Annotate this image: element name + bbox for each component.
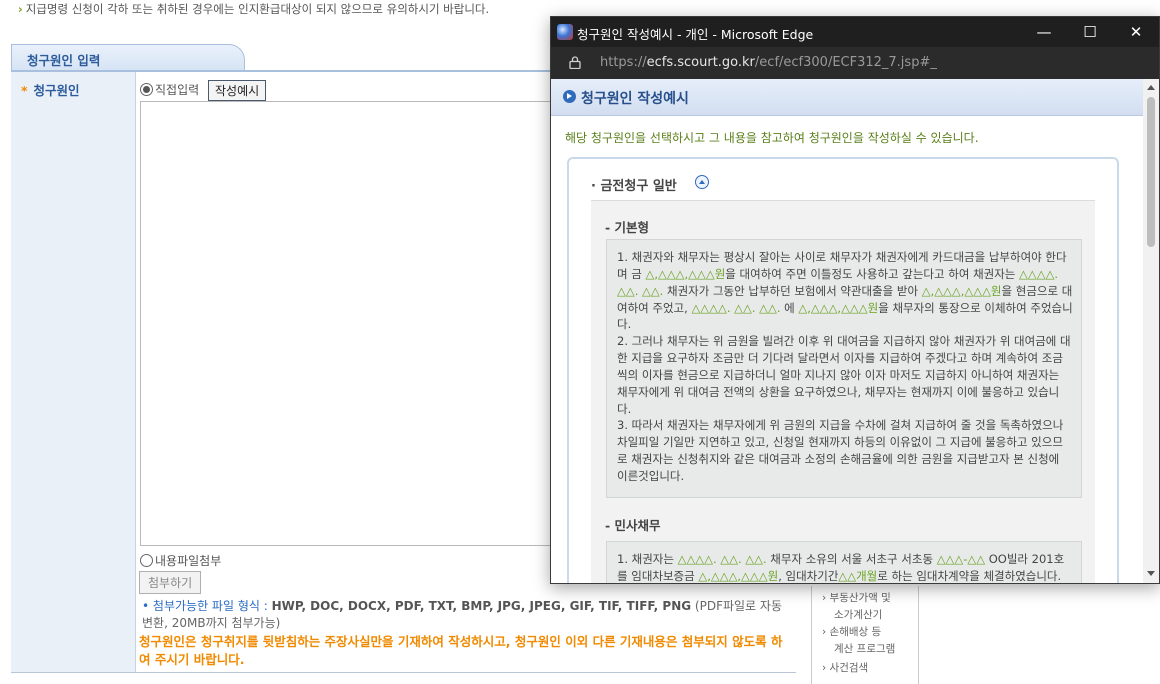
scroll-thumb[interactable] [1147, 97, 1155, 247]
side-link-label: 소가계산기 [834, 609, 883, 621]
example-segment: 1. 채권자는 [617, 552, 678, 566]
form-label-column: * 청구원인 [11, 72, 136, 672]
radio-file-attach[interactable]: 내용파일첨부 [140, 552, 221, 569]
side-link-label: 부동산가액 및 [829, 592, 891, 604]
side-link-label: 계산 프로그램 [834, 643, 896, 655]
header-arrow-icon [563, 90, 576, 103]
section-title-money-claim: · 금전청구 일반 [591, 179, 677, 194]
attach-button[interactable]: 첨부하기 [139, 571, 202, 594]
placeholder-value: △△△-△△ [936, 552, 986, 566]
side-link-damages-2[interactable]: 계산 프로그램 [834, 641, 895, 658]
url-host: ecfs.scourt.go.kr [646, 55, 755, 70]
instruction-text: 해당 청구원인을 선택하시고 그 내용을 참고하여 청구원인을 작성하실 수 있… [565, 131, 979, 145]
side-link-property-value-2[interactable]: 소가계산기 [834, 607, 882, 624]
placeholder-value: △△개월 [838, 568, 878, 583]
form-bottom-divider [11, 672, 796, 673]
field-label-cause: * 청구원인 [21, 80, 80, 99]
radio-selected-icon[interactable] [140, 83, 153, 96]
bullet-arrow-icon: › [18, 2, 23, 16]
warning-text: 청구원인은 청구취지를 뒷받침하는 주장사실만을 기재하여 작성하시고, 청구원… [139, 634, 783, 667]
tab-label: 청구원인 입력 [27, 53, 101, 68]
placeholder-value: △,△△△,△△△원 [921, 283, 1002, 298]
example-basic-box[interactable]: 1. 채권자와 채무자는 평상시 잘아는 사이로 채무자가 채권자에게 카드대금… [606, 239, 1082, 498]
window-title: 청구원인 작성예시 - 개인 - Microsoft Edge [577, 27, 814, 42]
window-titlebar[interactable]: 청구원인 작성예시 - 개인 - Microsoft Edge — ☐ ✕ [551, 17, 1159, 47]
filetypes-label: 첨부가능한 파일 형식 : [152, 599, 272, 613]
placeholder-value: △△△△. △△. △△. [677, 552, 767, 566]
example-segment: 채무자 소유의 서울 서초구 서초동 [766, 552, 937, 566]
side-link-case-search[interactable]: › 사건검색 [822, 660, 868, 677]
side-link-damages[interactable]: › 손해배상 등 [822, 624, 881, 641]
edge-popup-window: 청구원인 작성예시 - 개인 - Microsoft Edge — ☐ ✕ ht… [550, 16, 1160, 584]
scroll-down-icon[interactable] [1147, 571, 1155, 576]
popup-content: 청구원인 작성예시 해당 청구원인을 선택하시고 그 내용을 참고하여 청구원인… [551, 79, 1143, 583]
radio-file-label: 내용파일첨부 [155, 554, 222, 568]
popup-header-title: 청구원인 작성예시 [581, 91, 689, 107]
example-civil-text: 1. 채권자는 △△△△. △△. △△. 채무자 소유의 서울 서초구 서초동… [617, 551, 1073, 583]
close-icon[interactable]: ✕ [1113, 17, 1159, 47]
side-link-label: 손해배상 등 [829, 626, 882, 638]
tab-cause-input[interactable]: 청구원인 입력 [11, 44, 245, 72]
placeholder-value: △,△△△,△△△원 [798, 300, 879, 315]
example-segment: 을 채무자의 통장으로 이체하여 주었습니다. 2. 그러나 채무자는 위 금원… [617, 300, 1073, 483]
example-segment: 채권자가 그동안 납부하던 보험에서 약관대출을 받아 [663, 283, 922, 298]
notice-text: › 지급명령 신청이 각하 또는 취하된 경우에는 인지환급대상이 되지 않으므로… [18, 1, 489, 17]
bullet-icon: • [142, 599, 153, 613]
url-scheme: https:// [600, 55, 647, 70]
url-path: /ecf/ecf300/ECF312_7.jsp#_ [754, 55, 937, 70]
radio-direct-label: 직접입력 [155, 83, 200, 97]
notice-message: 지급명령 신청이 각하 또는 취하된 경우에는 인지환급대상이 되지 않으므로 … [25, 2, 490, 16]
example-segment: 을 대여하여 주면 이틀정도 사용하고 갚는다고 하여 채권자는 [725, 266, 1020, 281]
lock-icon [569, 56, 581, 69]
placeholder-value: △△△△. △△. △△. [691, 300, 781, 315]
vertical-scrollbar[interactable] [1143, 79, 1159, 583]
cause-textarea[interactable] [140, 101, 562, 546]
minimize-icon[interactable]: — [1021, 17, 1067, 47]
side-link-property-value[interactable]: › 부동산가액 및 [822, 590, 891, 607]
placeholder-value: △,△△△,△△△원 [645, 266, 726, 281]
side-links-panel: › 부동산가액 및 소가계산기 › 손해배상 등 계산 프로그램 › 사건검색 [811, 586, 919, 684]
placeholder-value: △,△△△,△△△원 [698, 568, 779, 583]
subsection-title-civil-debt: - 민사채무 [605, 518, 661, 533]
filetypes-note: • 첨부가능한 파일 형식 : HWP, DOC, DOCX, PDF, TXT… [142, 598, 792, 632]
required-star-icon: * [21, 83, 28, 98]
url-text[interactable]: https://ecfs.scourt.go.kr/ecf/ecf300/ECF… [600, 55, 937, 70]
collapse-up-icon[interactable] [695, 175, 709, 189]
filetypes-list: HWP, DOC, DOCX, PDF, TXT, BMP, JPG, JPEG… [271, 599, 692, 613]
example-button[interactable]: 작성예시 [208, 80, 267, 101]
address-bar[interactable]: https://ecfs.scourt.go.kr/ecf/ecf300/ECF… [551, 47, 1159, 79]
popup-header: 청구원인 작성예시 [551, 79, 1143, 116]
example-basic-text: 1. 채권자와 채무자는 평상시 잘아는 사이로 채무자가 채권자에게 카드대금… [617, 249, 1073, 485]
field-label-text: 청구원인 [33, 83, 80, 98]
example-civil-box[interactable]: 1. 채권자는 △△△△. △△. △△. 채무자 소유의 서울 서초구 서초동… [606, 541, 1082, 583]
subsection-title-basic: - 기본형 [605, 220, 650, 235]
scroll-up-icon[interactable] [1147, 85, 1155, 90]
court-app-icon [557, 24, 573, 40]
example-segment: 로 하는 임대차계약을 체결하였습니다. [877, 568, 1062, 583]
example-segment: 에 [780, 300, 799, 315]
side-link-label: 사건검색 [829, 662, 869, 674]
maximize-icon[interactable]: ☐ [1067, 17, 1113, 47]
radio-direct-input[interactable]: 직접입력 [140, 81, 199, 98]
radio-unselected-icon[interactable] [140, 554, 153, 567]
example-segment: , 임대차기간 [778, 568, 839, 583]
